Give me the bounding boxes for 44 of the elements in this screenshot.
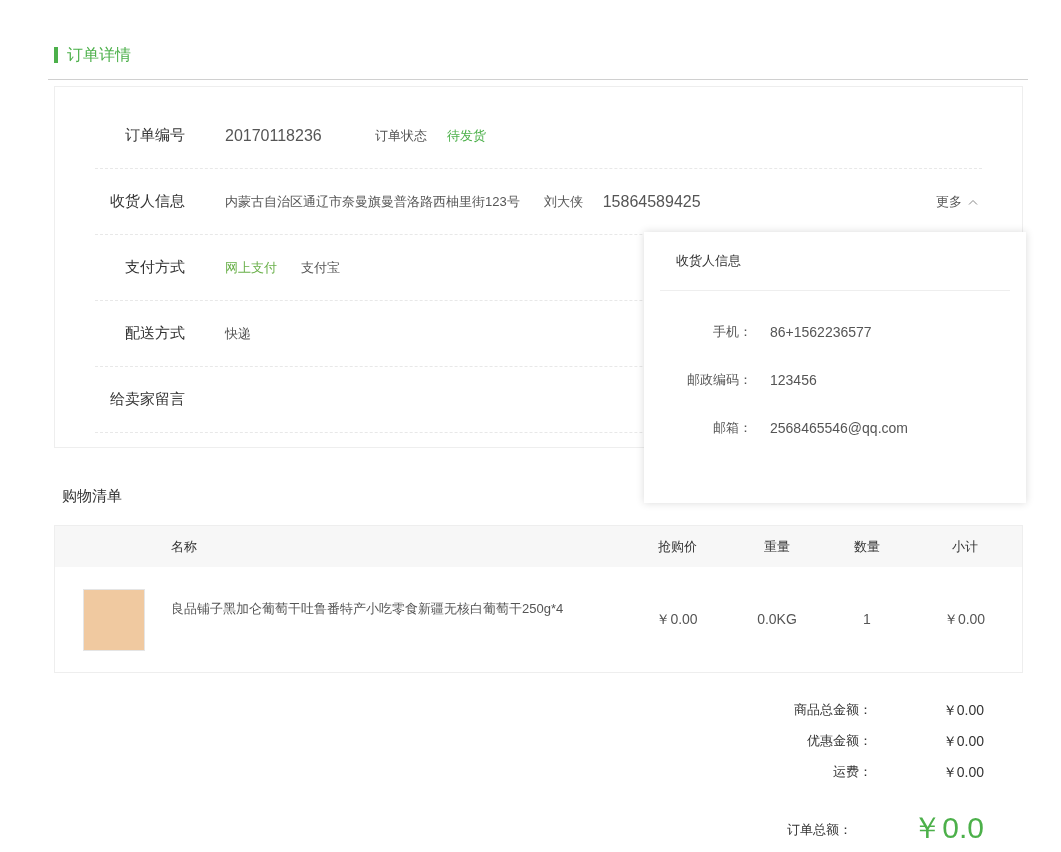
- field-label: 支付方式: [124, 257, 185, 278]
- receiver-name: 刘大侠: [543, 192, 583, 211]
- product-name[interactable]: 良品铺子黑加仑葡萄干吐鲁番特产小吃零食新疆无核白葡萄干250g*4: [171, 599, 627, 619]
- payment-option[interactable]: 支付宝: [301, 257, 340, 278]
- popup-field-value: 2568465546@qq.com: [770, 418, 908, 438]
- total-label: 订单总额：: [786, 820, 852, 839]
- popup-field-label: 邮政编码：: [686, 371, 752, 390]
- address-text: 内蒙古自治区通辽市奈曼旗曼普洛路西柚里街123号: [225, 192, 520, 211]
- chevron-up-icon: [968, 198, 978, 205]
- table-cell-text: ￥0.00: [942, 610, 987, 629]
- status-label: 订单状态: [375, 126, 427, 145]
- summary-value: ￥0.00: [941, 731, 984, 751]
- receiver-phone: 15864589425: [602, 191, 701, 212]
- field-label: 收货人信息: [109, 191, 185, 212]
- summary-label: 优惠金额：: [806, 732, 872, 751]
- delivery-value: 快递: [225, 324, 251, 343]
- section-title: 订单详情: [67, 45, 131, 65]
- popup-title: 收货人信息: [676, 252, 741, 271]
- popup-field-value: 123456: [770, 370, 817, 390]
- popup-field-value: 86+1562236577: [770, 322, 872, 342]
- summary-label: 商品总金额：: [793, 701, 872, 720]
- table-cell-text: ￥0.00: [655, 610, 699, 629]
- title-accent-bar: [54, 47, 58, 63]
- product-photo-placeholder: [83, 588, 145, 651]
- column-header: 抢购价: [656, 537, 698, 556]
- field-label: 配送方式: [124, 323, 185, 344]
- column-header: 重量: [763, 537, 791, 556]
- field-label: 给卖家留言: [109, 389, 185, 410]
- popup-field-label: 邮箱：: [712, 419, 752, 438]
- summary-label: 运费：: [832, 763, 872, 782]
- total-value: ￥0.0: [911, 813, 984, 843]
- status-value: 待发货: [447, 126, 486, 145]
- more-toggle[interactable]: 更多: [936, 191, 978, 212]
- table-cell-text: 1: [862, 610, 872, 629]
- column-header: 数量: [853, 537, 881, 556]
- summary-value: ￥0.00: [941, 700, 984, 720]
- field-label: 订单编号: [124, 125, 185, 146]
- column-header: 小计: [950, 537, 979, 556]
- column-header: 名称: [171, 537, 198, 556]
- cart-title: 购物清单: [62, 487, 122, 504]
- order-number: 20170118236: [225, 125, 323, 146]
- table-cell-text: 0.0KG: [756, 610, 798, 629]
- summary-value: ￥0.00: [941, 762, 984, 782]
- popup-field-label: 手机：: [712, 323, 752, 342]
